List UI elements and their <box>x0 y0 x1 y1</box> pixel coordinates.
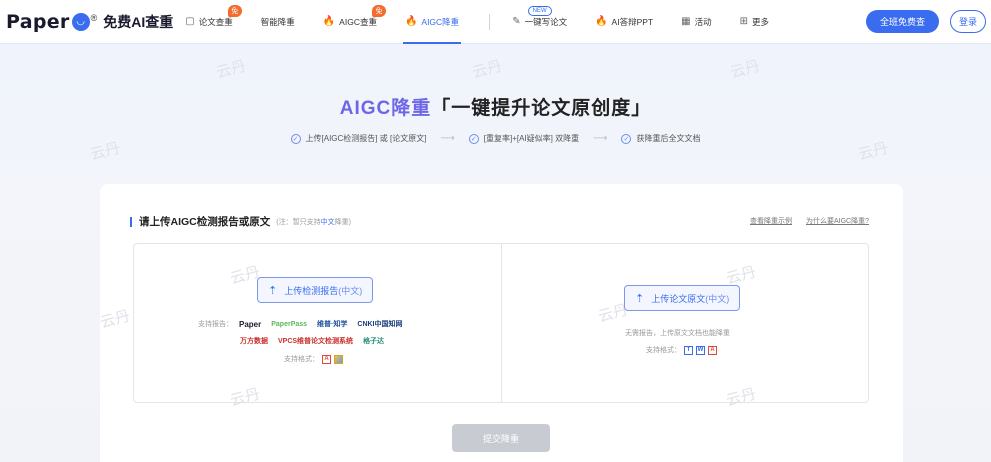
upload-icon: ⇡ <box>635 292 645 305</box>
nav-label: 论文查重 <box>198 16 233 27</box>
nav-label: AIGC查重 <box>339 16 377 27</box>
brand-gezida-logo: 格子达 <box>363 338 385 345</box>
upload-area: 云丹 云丹 云丹 ⇡ 上传检测报告 (中文) 支持报告： Paper PaperP… <box>99 243 869 410</box>
example-link[interactable]: 查看降重示例 <box>750 216 792 226</box>
brand-wanfang-logo: 万方数据 <box>240 338 268 345</box>
card-note: (注：暂只支持中文降重) <box>276 218 351 226</box>
nav-label: 一键写论文 <box>524 16 568 27</box>
document-check-icon: ▢ <box>185 16 195 27</box>
upload-original-suffix: (中文) <box>705 293 730 304</box>
nav-item-paper-check[interactable]: ▢ 论文查重 免 <box>185 0 242 44</box>
submit-button[interactable]: 提交降重 <box>452 424 550 452</box>
step-label: 获降重后全文文档 <box>636 134 701 143</box>
upload-original-button[interactable]: ⇡ 上传论文原文 (中文) <box>624 285 741 311</box>
upload-original-label: 上传论文原文 <box>651 293 706 304</box>
nav-item-ai-ppt[interactable]: 🔥 AI答辩PPT <box>595 0 653 44</box>
logo-word: Paper <box>6 10 70 33</box>
free-badge: 免 <box>227 4 242 17</box>
new-badge: NEW <box>527 5 552 16</box>
card-links: 查看降重示例 为什么要AIGC降重? <box>736 216 869 226</box>
formats-label: 支持格式： <box>284 356 319 363</box>
nav-item-write-paper[interactable]: ✎ 一键写论文 NEW <box>512 0 567 44</box>
login-button[interactable]: 登录 <box>950 10 986 33</box>
supported-reports-row-2: 万方数据 VPCS维普论文检测系统 格子达 <box>240 336 394 346</box>
page-title: AIGC降重「一键提升论文原创度」 <box>0 93 991 120</box>
calendar-icon: ▦ <box>681 16 691 27</box>
upload-card: 请上传AIGC检测报告或原文 (注：暂只支持中文降重) 查看降重示例 为什么要A… <box>99 184 903 462</box>
txt-format-icon: T <box>684 345 693 355</box>
page-title-rest: 「一键提升论文原创度」 <box>431 98 652 119</box>
title-accent-bar <box>130 216 132 227</box>
logo-subtitle: 免费AI查重 <box>103 13 174 30</box>
pen-icon: ✎ <box>512 16 521 27</box>
upload-original-panel[interactable]: 云丹 云丹 云丹 ⇡ 上传论文原文 (中文) 无需报告，上传原文文档也能降重 支持… <box>501 244 868 410</box>
step-label: 上传[AIGC检测报告] 或 [论文原文] <box>305 134 427 143</box>
nav-item-aigc-check[interactable]: 🔥 AIGC查重 免 <box>322 0 386 44</box>
nav-item-aigc-rewrite[interactable]: 🔥 AIGC降重 <box>402 0 462 44</box>
supported-formats-right: 支持格式： T W A <box>646 345 717 355</box>
grid-icon: ⊞ <box>739 16 748 27</box>
card-title: 请上传AIGC检测报告或原文 <box>139 216 271 228</box>
step-3: ✓ 获降重后全文文档 <box>621 133 700 144</box>
nav-label: 智能降重 <box>260 16 295 27</box>
upload-report-label: 上传检测报告 <box>284 285 339 296</box>
steps-bar: ✓ 上传[AIGC检测报告] 或 [论文原文] ⟶ ✓ [重复率]+[AI疑似率… <box>0 133 991 144</box>
watermark: 云丹 <box>470 57 504 82</box>
check-circle-icon: ✓ <box>621 133 632 144</box>
step-label: [重复率]+[AI疑似率] 双降重 <box>483 134 580 143</box>
why-aigc-link[interactable]: 为什么要AIGC降重? <box>806 216 869 226</box>
arrow-right-icon: ⟶ <box>440 133 455 144</box>
page-title-accent: AIGC降重 <box>339 98 432 119</box>
arrow-right-icon: ⟶ <box>593 133 608 144</box>
watermark: 云丹 <box>98 307 132 332</box>
watermark: 云丹 <box>214 57 248 82</box>
brand-cnki-logo: CNKI中国知网 <box>357 321 403 328</box>
nav-divider <box>489 13 491 30</box>
upload-report-panel[interactable]: 云丹 云丹 云丹 ⇡ 上传检测报告 (中文) 支持报告： Paper PaperP… <box>99 244 501 409</box>
nav-item-smart-rewrite[interactable]: 智能降重 <box>261 0 295 44</box>
free-badge: 免 <box>371 4 386 17</box>
top-navbar: Paper ◡ ® 免费AI查重 ▢ 论文查重 免 智能降重 🔥 AIGC查重 … <box>0 0 991 44</box>
brand-vip-logo: 维普·知学 <box>317 321 348 328</box>
support-label: 支持报告： <box>198 321 233 328</box>
nav-label: 更多 <box>751 16 769 27</box>
word-format-icon: W <box>696 345 705 355</box>
upload-icon: ⇡ <box>268 284 278 297</box>
brand-paper-logo: Paper <box>239 319 262 329</box>
fire-icon: 🔥 <box>322 16 336 27</box>
formats-label: 支持格式： <box>646 347 681 354</box>
watermark: 云丹 <box>724 385 758 410</box>
step-2: ✓ [重复率]+[AI疑似率] 双降重 <box>468 133 580 144</box>
no-report-hint: 无需报告，上传原文文档也能降重 <box>625 330 730 337</box>
check-circle-icon: ✓ <box>468 133 479 144</box>
nav-label: 活动 <box>694 16 712 27</box>
brand-paperpass-logo: PaperPass <box>271 320 308 328</box>
step-1: ✓ 上传[AIGC检测报告] 或 [论文原文] <box>290 133 427 144</box>
fire-icon: 🔥 <box>404 16 418 27</box>
watermark: 云丹 <box>228 385 262 410</box>
fire-icon: 🔥 <box>595 16 608 27</box>
supported-formats-left: 支持格式： A <box>284 354 343 364</box>
nav-label: AI答辩PPT <box>611 16 654 27</box>
logo-badge-icon: ◡ <box>71 12 90 31</box>
image-format-icon <box>334 354 343 364</box>
nav-label: AIGC降重 <box>421 16 460 27</box>
watermark: 云丹 <box>728 57 762 82</box>
nav-item-more[interactable]: ⊞ 更多 <box>740 0 769 44</box>
supported-reports-row-1: 支持报告： Paper PaperPass 维普·知学 CNKI中国知网 <box>198 319 413 329</box>
card-header: 请上传AIGC检测报告或原文 (注：暂只支持中文降重) <box>130 214 351 229</box>
logo[interactable]: Paper ◡ ® 免费AI查重 <box>6 11 173 33</box>
check-circle-icon: ✓ <box>290 133 301 144</box>
pdf-format-icon: A <box>322 354 331 364</box>
logo-registered-mark: ® <box>90 12 98 23</box>
brand-vpcs-logo: VPCS维普论文检测系统 <box>278 338 354 345</box>
nav-item-events[interactable]: ▦ 活动 <box>681 0 711 44</box>
upload-report-suffix: (中文) <box>338 285 363 296</box>
upload-report-button[interactable]: ⇡ 上传检测报告 (中文) <box>257 277 374 303</box>
pdf-format-icon: A <box>708 345 717 355</box>
class-free-check-button[interactable]: 全班免费查 <box>866 10 939 33</box>
main-nav: ▢ 论文查重 免 智能降重 🔥 AIGC查重 免 🔥 AIGC降重 ✎ 一键写论… <box>185 0 797 44</box>
